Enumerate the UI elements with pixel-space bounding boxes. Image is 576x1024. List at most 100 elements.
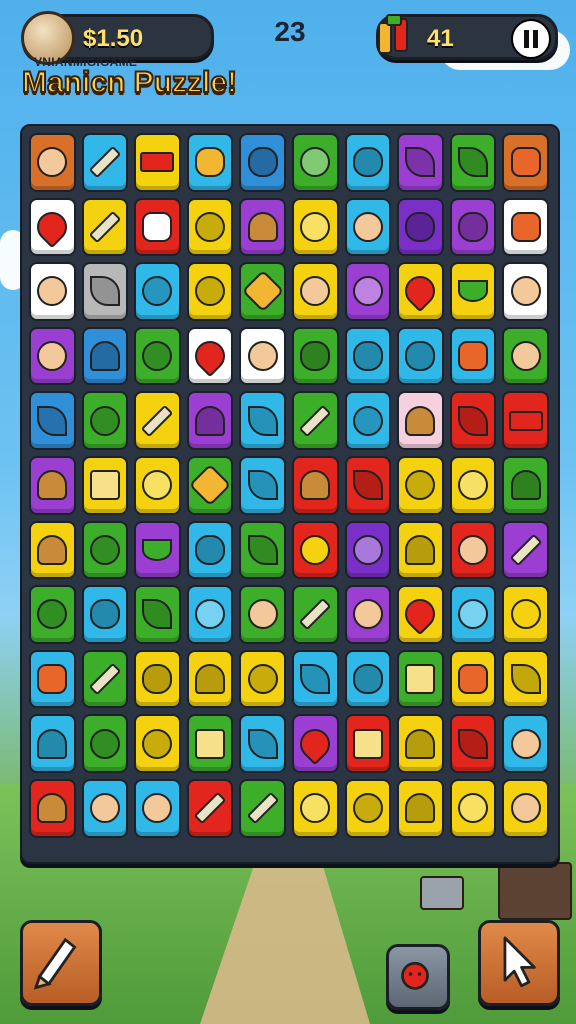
tile[interactable] <box>134 649 181 709</box>
tile[interactable] <box>239 585 286 644</box>
tile[interactable] <box>239 197 286 257</box>
tile[interactable] <box>239 649 286 709</box>
tile[interactable] <box>81 133 129 192</box>
tile[interactable] <box>344 778 392 838</box>
tile[interactable] <box>81 197 129 257</box>
tile[interactable] <box>449 197 497 257</box>
tile[interactable] <box>502 455 549 515</box>
tile[interactable] <box>186 262 234 321</box>
tile[interactable] <box>449 714 497 773</box>
tile[interactable] <box>502 778 549 838</box>
tile[interactable] <box>239 326 286 386</box>
tile[interactable] <box>397 778 444 838</box>
tile[interactable] <box>186 520 234 580</box>
tile[interactable] <box>239 455 286 515</box>
tile[interactable] <box>134 133 181 192</box>
tile[interactable] <box>397 585 444 644</box>
tile[interactable] <box>344 133 392 192</box>
tile[interactable] <box>81 391 129 450</box>
tile[interactable] <box>29 649 76 709</box>
tile[interactable] <box>29 197 76 257</box>
tile[interactable] <box>502 649 549 709</box>
tile[interactable] <box>186 197 234 257</box>
tile[interactable] <box>449 133 497 192</box>
tile[interactable] <box>29 585 76 644</box>
tile[interactable] <box>134 520 181 580</box>
tile[interactable] <box>397 197 444 257</box>
tile[interactable] <box>344 197 392 257</box>
tile[interactable] <box>29 455 76 515</box>
tile[interactable] <box>449 649 497 709</box>
tile[interactable] <box>344 262 392 321</box>
tile[interactable] <box>397 649 444 709</box>
tile[interactable] <box>397 714 444 773</box>
bomb-button[interactable] <box>386 944 450 1010</box>
tile[interactable] <box>239 520 286 580</box>
tile[interactable] <box>502 326 549 386</box>
cursor-button[interactable] <box>478 920 560 1006</box>
tile[interactable] <box>449 455 497 515</box>
tile[interactable] <box>397 455 444 515</box>
tile[interactable] <box>186 714 234 773</box>
tile[interactable] <box>81 455 129 515</box>
tile[interactable] <box>344 714 392 773</box>
tile[interactable] <box>81 649 129 709</box>
tile[interactable] <box>81 520 129 580</box>
tile[interactable] <box>344 520 392 580</box>
tile[interactable] <box>502 262 549 321</box>
tile[interactable] <box>502 714 549 773</box>
tile[interactable] <box>502 520 549 580</box>
tile[interactable] <box>449 326 497 386</box>
tile[interactable] <box>291 520 339 580</box>
tile[interactable] <box>134 714 181 773</box>
tile[interactable] <box>186 585 234 644</box>
tile[interactable] <box>291 778 339 838</box>
tile[interactable] <box>29 714 76 773</box>
tile[interactable] <box>291 585 339 644</box>
tile[interactable] <box>344 391 392 450</box>
tile[interactable] <box>81 714 129 773</box>
tile[interactable] <box>239 714 286 773</box>
tile[interactable] <box>81 585 129 644</box>
tile[interactable] <box>239 391 286 450</box>
tile[interactable] <box>397 391 444 450</box>
tile[interactable] <box>186 326 234 386</box>
tile[interactable] <box>29 326 76 386</box>
tile[interactable] <box>502 585 549 644</box>
tile[interactable] <box>449 520 497 580</box>
tile[interactable] <box>134 326 181 386</box>
tile[interactable] <box>397 133 444 192</box>
tile[interactable] <box>291 649 339 709</box>
pencil-button[interactable] <box>20 920 102 1006</box>
tile[interactable] <box>134 197 181 257</box>
tile[interactable] <box>239 133 286 192</box>
tile[interactable] <box>502 391 549 450</box>
tile[interactable] <box>186 778 234 838</box>
tile[interactable] <box>186 133 234 192</box>
tile[interactable] <box>291 714 339 773</box>
tile[interactable] <box>81 326 129 386</box>
tile[interactable] <box>449 585 497 644</box>
tile[interactable] <box>344 455 392 515</box>
tile[interactable] <box>29 391 76 450</box>
tile[interactable] <box>291 455 339 515</box>
tile[interactable] <box>449 262 497 321</box>
tile[interactable] <box>502 133 549 192</box>
tile[interactable] <box>29 133 76 192</box>
tile[interactable] <box>397 262 444 321</box>
tile[interactable] <box>134 585 181 644</box>
tile[interactable] <box>291 326 339 386</box>
tile[interactable] <box>239 778 286 838</box>
tile[interactable] <box>29 262 76 321</box>
pause-icon[interactable] <box>511 19 551 59</box>
tile[interactable] <box>186 391 234 450</box>
tile[interactable] <box>397 520 444 580</box>
tile[interactable] <box>186 455 234 515</box>
tile[interactable] <box>291 197 339 257</box>
tile[interactable] <box>449 778 497 838</box>
tile[interactable] <box>344 326 392 386</box>
tile[interactable] <box>134 391 181 450</box>
tile[interactable] <box>397 326 444 386</box>
tile[interactable] <box>29 778 76 838</box>
tile[interactable] <box>81 262 129 321</box>
